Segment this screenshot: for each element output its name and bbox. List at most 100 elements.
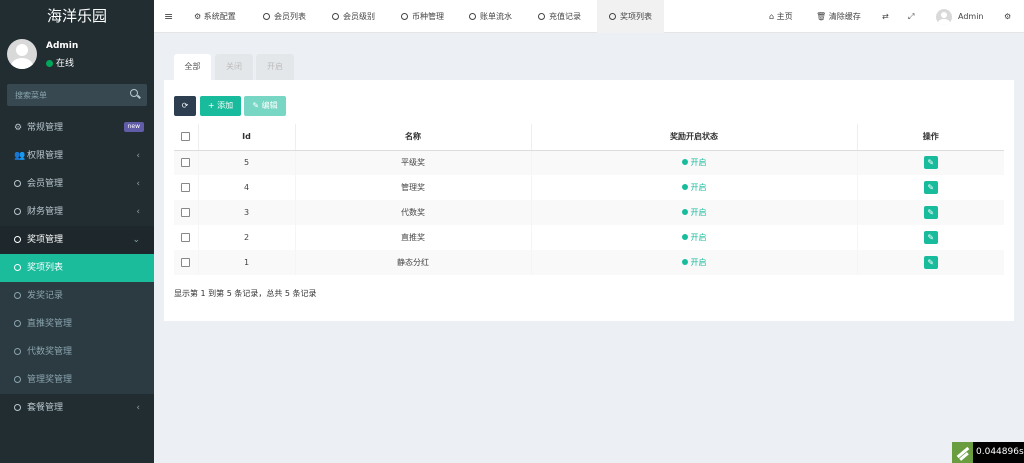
circle-icon: [14, 320, 21, 327]
circle-icon: [469, 13, 476, 20]
table-row[interactable]: 3 代数奖 开启 ✎: [174, 200, 1004, 225]
tab-member-list[interactable]: 会员列表: [255, 0, 314, 33]
online-dot-icon: [46, 60, 53, 67]
tab-currency[interactable]: 币种管理: [393, 0, 452, 33]
row-edit-button[interactable]: ✎: [923, 181, 938, 194]
trash-icon: 🗑: [816, 12, 829, 21]
sidebar-item-finance[interactable]: 财务管理 ‹: [0, 198, 154, 226]
status-cell: 开启: [530, 150, 857, 175]
row-checkbox[interactable]: [181, 183, 191, 192]
edit-button[interactable]: ✎ 编辑: [244, 96, 286, 116]
pencil-icon: ✎: [927, 208, 935, 217]
table-row[interactable]: 4 管理奖 开启 ✎: [174, 175, 1004, 200]
actions-cell: ✎: [856, 200, 1004, 225]
row-checkbox[interactable]: [181, 233, 191, 242]
circle-icon: [538, 13, 545, 20]
settings-gear-icon[interactable]: ⚙: [1004, 0, 1011, 33]
filter-tab-open[interactable]: 开启: [256, 54, 294, 80]
search-icon[interactable]: [130, 89, 138, 97]
clear-cache-button[interactable]: 🗑 清除缓存: [816, 0, 861, 33]
table-row[interactable]: 5 平级奖 开启 ✎: [174, 150, 1004, 175]
circle-icon: [14, 264, 21, 271]
status-label: 开启: [690, 208, 707, 217]
debug-timer[interactable]: 0.044896s: [952, 442, 1024, 463]
sidebar-item-packages[interactable]: 套餐管理 ‹: [0, 394, 154, 422]
id-cell: 1: [197, 250, 295, 275]
row-checkbox[interactable]: [181, 258, 191, 267]
row-select-cell: [174, 250, 198, 275]
column-header-status[interactable]: 奖励开启状态: [530, 124, 857, 151]
chevron-down-icon: ⌄: [132, 235, 140, 245]
fullscreen-icon[interactable]: ⤢: [908, 0, 914, 33]
sidebar-subitem-award-list[interactable]: 奖项列表: [0, 254, 154, 282]
table-row[interactable]: 1 静态分红 开启 ✎: [174, 250, 1004, 275]
tab-recharge[interactable]: 充值记录: [530, 0, 589, 33]
chevron-left-icon: ‹: [136, 403, 140, 413]
row-edit-button[interactable]: ✎: [923, 231, 938, 244]
hamburger-menu-icon[interactable]: ≡: [164, 0, 176, 33]
row-select-cell: [174, 175, 198, 200]
status-badge[interactable]: 开启: [681, 158, 707, 168]
sidebar: 海洋乐园 Admin 在线 搜索菜单 ⚙ 常规管理 new 👥 权限管理 ‹ 会员管理 ‹…: [0, 0, 154, 463]
status-badge[interactable]: 开启: [681, 183, 707, 192]
row-select-cell: [174, 225, 198, 250]
circle-icon: [14, 404, 21, 411]
plus-icon: +: [207, 101, 218, 110]
avatar: [936, 8, 952, 25]
filter-tab-closed[interactable]: 关闭: [215, 54, 253, 80]
tab-award-list[interactable]: 奖项列表: [597, 0, 664, 33]
home-link[interactable]: ⌂ 主页: [769, 0, 793, 33]
menu-search-input[interactable]: 搜索菜单: [7, 84, 147, 106]
sidebar-subitem-award-records[interactable]: 发奖记录: [0, 282, 154, 310]
table-card: ⟳ + 添加 ✎ 编辑 Id 名称 奖励开启状态 操作 5 平级奖 开启 ✎ 4…: [164, 80, 1014, 321]
sidebar-item-label: 代数奖管理: [27, 347, 73, 357]
status-badge[interactable]: 开启: [681, 233, 707, 242]
sidebar-subitem-generation-award[interactable]: 代数奖管理: [0, 338, 154, 366]
top-navbar: ≡ ⚙ 系统配置 会员列表 会员级别 币种管理 账单流水 充值记录 奖项列表 ⌂…: [154, 0, 1024, 33]
app-logo[interactable]: 海洋乐园: [0, 0, 154, 33]
column-header-name[interactable]: 名称: [294, 124, 531, 151]
sidebar-subitem-direct-award[interactable]: 直推奖管理: [0, 310, 154, 338]
user-panel: Admin 在线: [0, 33, 154, 77]
row-checkbox[interactable]: [181, 158, 191, 168]
sidebar-item-members[interactable]: 会员管理 ‹: [0, 170, 154, 198]
id-cell: 4: [197, 175, 295, 200]
user-status-label: 在线: [56, 59, 75, 69]
translate-icon[interactable]: ⇄: [882, 0, 889, 33]
sidebar-item-awards[interactable]: 奖项管理 ⌄: [0, 226, 154, 254]
row-edit-button[interactable]: ✎: [923, 256, 938, 269]
search-placeholder: 搜索菜单: [15, 91, 47, 100]
status-dot-icon: [681, 234, 688, 240]
sidebar-item-label: 奖项管理: [27, 235, 64, 245]
sidebar-item-general[interactable]: ⚙ 常规管理 new: [0, 114, 154, 142]
status-badge[interactable]: 开启: [681, 258, 707, 267]
refresh-icon: ⟳: [181, 101, 189, 110]
row-edit-button[interactable]: ✎: [923, 206, 938, 219]
status-cell: 开启: [530, 250, 857, 275]
status-badge[interactable]: 开启: [681, 208, 707, 217]
cogs-icon: ⚙: [14, 123, 23, 133]
tab-bills[interactable]: 账单流水: [461, 0, 520, 33]
column-header-id[interactable]: Id: [197, 124, 295, 151]
status-label: 开启: [690, 258, 707, 267]
table-row[interactable]: 2 直推奖 开启 ✎: [174, 225, 1004, 250]
name-cell: 管理奖: [294, 175, 531, 200]
sidebar-item-permissions[interactable]: 👥 权限管理 ‹: [0, 142, 154, 170]
add-button[interactable]: + 添加: [200, 96, 241, 116]
sidebar-item-label: 直推奖管理: [27, 319, 73, 329]
status-dot-icon: [681, 209, 688, 215]
tab-member-level[interactable]: 会员级别: [324, 0, 383, 33]
tab-label: 会员列表: [274, 12, 306, 21]
sidebar-subitem-management-award[interactable]: 管理奖管理: [0, 366, 154, 394]
status-label: 开启: [690, 158, 707, 168]
row-edit-button[interactable]: ✎: [923, 156, 938, 170]
row-checkbox[interactable]: [181, 208, 191, 217]
user-name: Admin: [46, 41, 79, 51]
filter-tab-all[interactable]: 全部: [174, 54, 211, 80]
user-menu[interactable]: Admin: [936, 0, 984, 33]
select-all-checkbox[interactable]: [181, 132, 191, 142]
pencil-icon: ✎: [927, 183, 935, 192]
refresh-button[interactable]: ⟳: [174, 96, 196, 116]
awards-table: Id 名称 奖励开启状态 操作 5 平级奖 开启 ✎ 4 管理奖 开启 ✎ 3 …: [174, 124, 1004, 275]
tab-system-config[interactable]: ⚙ 系统配置: [186, 0, 244, 33]
